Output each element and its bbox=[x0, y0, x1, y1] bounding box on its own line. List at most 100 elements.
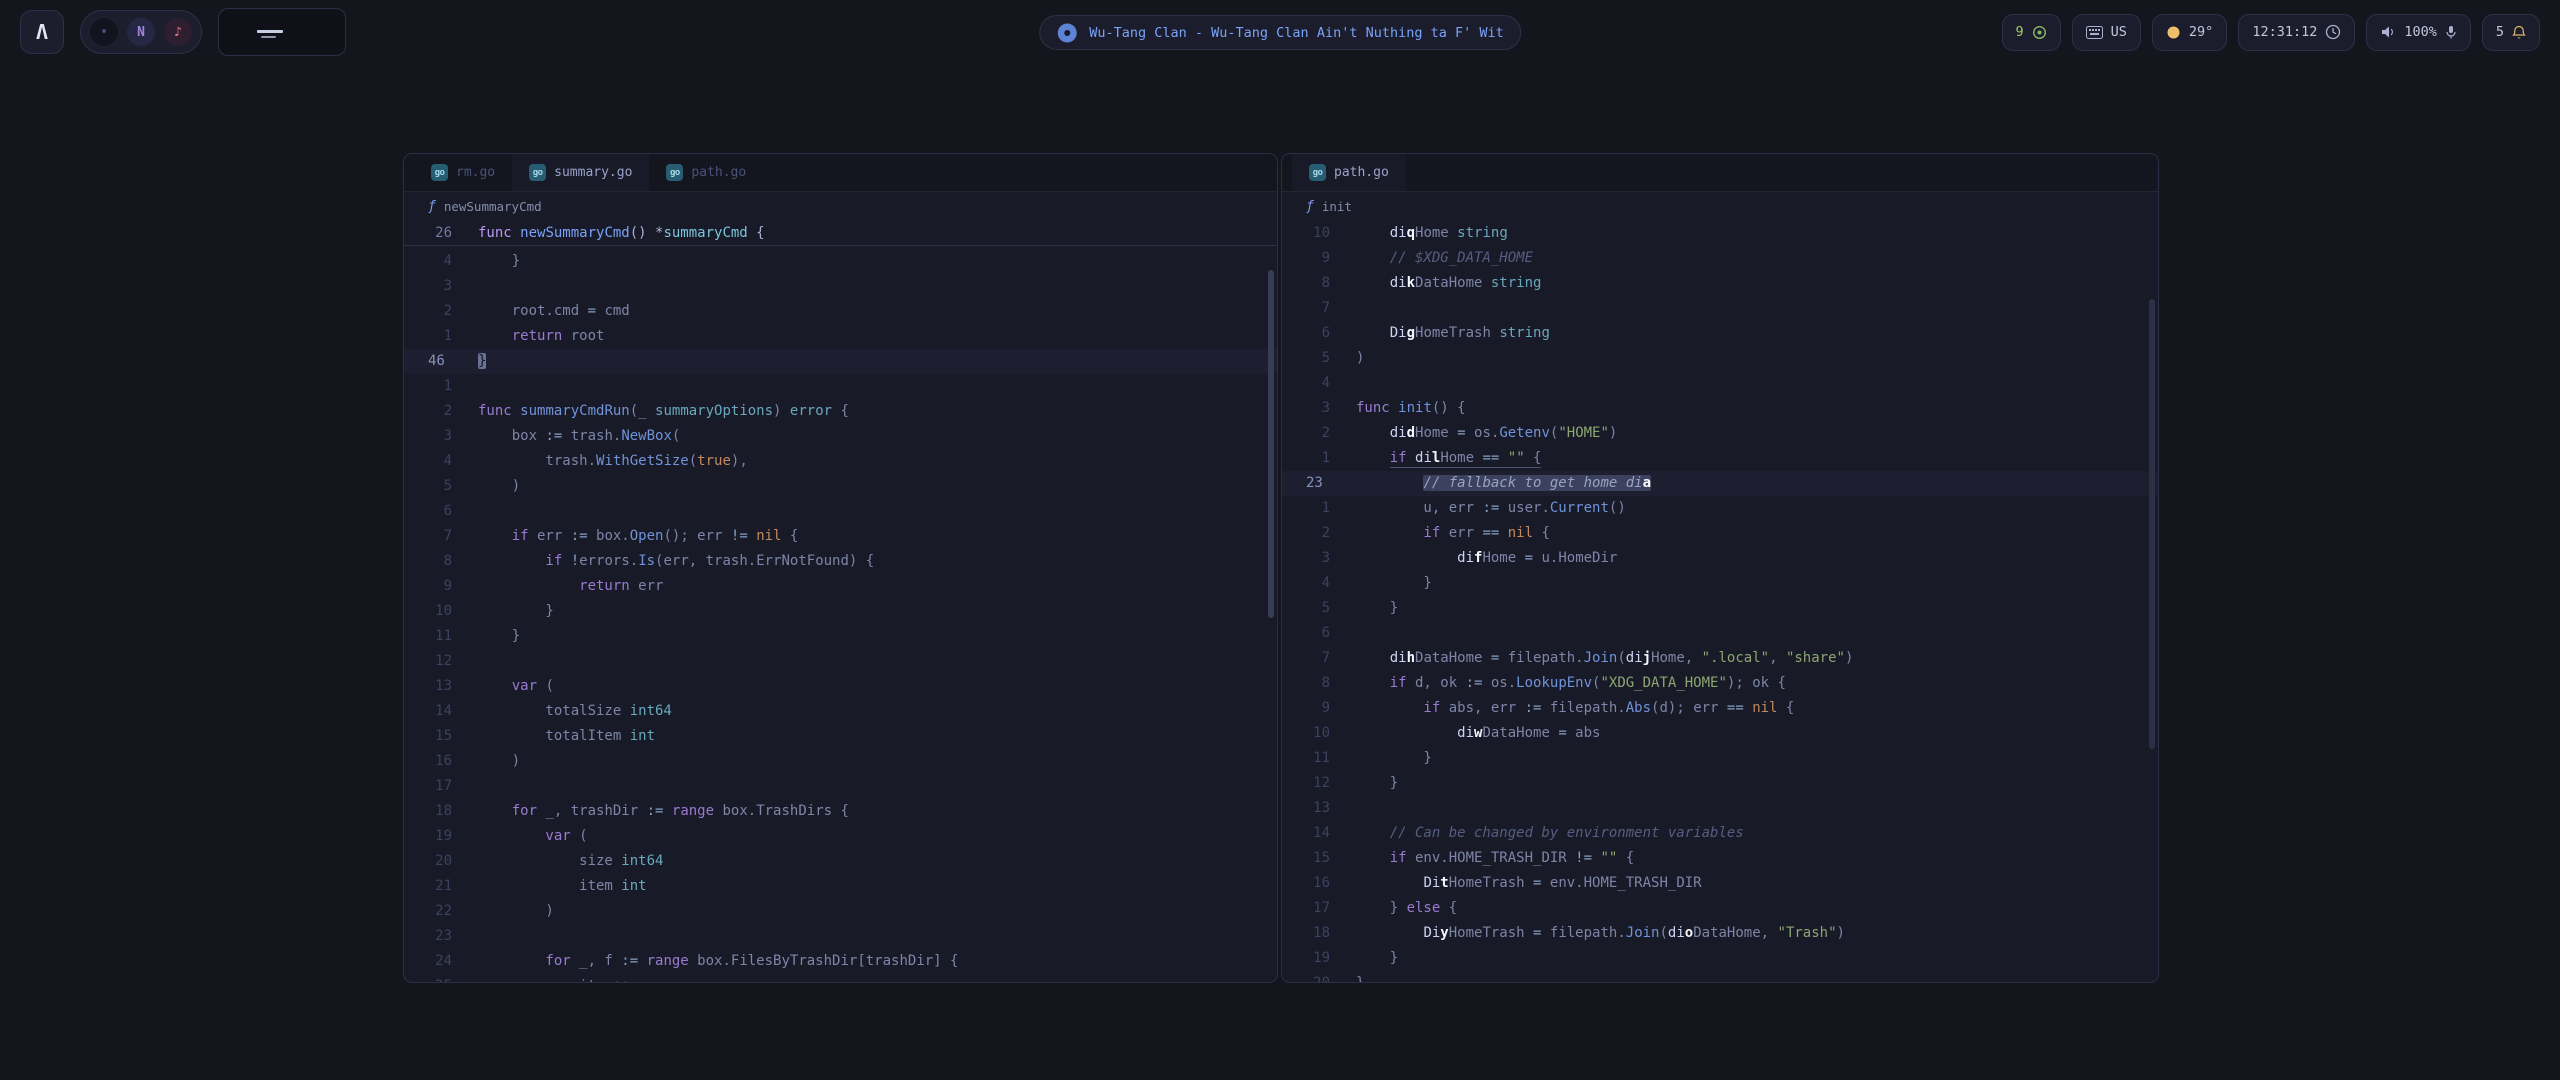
notifications-widget[interactable]: 5 bbox=[2482, 14, 2540, 51]
code-line[interactable]: 3func init() { bbox=[1282, 396, 2158, 421]
workspace-3-button[interactable]: ♪ bbox=[164, 18, 192, 46]
workspace-1-button[interactable]: • bbox=[90, 18, 118, 46]
code-area[interactable]: 10 diqHome string9 // $XDG_DATA_HOME8 di… bbox=[1282, 220, 2158, 982]
code-line[interactable]: 4 trash.WithGetSize(true), bbox=[404, 449, 1277, 474]
tab-rm.go[interactable]: gorm.go bbox=[414, 154, 512, 191]
code-text: return err bbox=[478, 574, 1277, 599]
code-token: } bbox=[478, 253, 520, 269]
code-text: ) bbox=[478, 474, 1277, 499]
code-line[interactable]: 14 totalSize int64 bbox=[404, 699, 1277, 724]
code-line[interactable]: 4 bbox=[1282, 371, 2158, 396]
code-line[interactable]: 20 size int64 bbox=[404, 849, 1277, 874]
code-line[interactable]: 23 bbox=[404, 924, 1277, 949]
code-line[interactable]: 10 diwDataHome = abs bbox=[1282, 721, 2158, 746]
code-line[interactable]: 7 bbox=[1282, 296, 2158, 321]
scrollbar[interactable] bbox=[2149, 299, 2155, 749]
code-token: == bbox=[1727, 700, 1744, 716]
code-line[interactable]: 13 bbox=[1282, 796, 2158, 821]
code-line[interactable]: 3 difHome = u.HomeDir bbox=[1282, 546, 2158, 571]
jump-label: k bbox=[1407, 275, 1415, 291]
code-line[interactable]: 6 bbox=[1282, 621, 2158, 646]
code-line[interactable]: 19 var ( bbox=[404, 824, 1277, 849]
code-line[interactable]: 25 item++ bbox=[404, 974, 1277, 982]
code-line[interactable]: 18 DiyHomeTrash = filepath.Join(dioDataH… bbox=[1282, 921, 2158, 946]
code-text: DitHomeTrash = env.HOME_TRASH_DIR bbox=[1356, 871, 2158, 896]
code-line[interactable]: 10 } bbox=[404, 599, 1277, 624]
code-line[interactable]: 8 dikDataHome string bbox=[1282, 271, 2158, 296]
code-line[interactable]: 8 if d, ok := os.LookupEnv("XDG_DATA_HOM… bbox=[1282, 671, 2158, 696]
code-token: Home bbox=[1415, 425, 1457, 441]
code-line[interactable]: 1 return root bbox=[404, 324, 1277, 349]
code-line[interactable]: 8 if !errors.Is(err, trash.ErrNotFound) … bbox=[404, 549, 1277, 574]
code-text bbox=[478, 274, 1277, 299]
code-line[interactable]: 1 if dilHome == "" { bbox=[1282, 446, 2158, 471]
code-line[interactable]: 1 bbox=[404, 374, 1277, 399]
now-playing-widget[interactable]: Wu-Tang Clan - Wu-Tang Clan Ain't Nuthin… bbox=[1039, 15, 1521, 50]
keyboard-layout-widget[interactable]: US bbox=[2072, 14, 2141, 51]
code-line[interactable]: 6 bbox=[404, 499, 1277, 524]
updates-widget[interactable]: 9 bbox=[2002, 14, 2061, 51]
code-line[interactable]: 2func summaryCmdRun(_ summaryOptions) er… bbox=[404, 399, 1277, 424]
tab-path.go[interactable]: gopath.go bbox=[649, 154, 763, 191]
code-line[interactable]: 11 } bbox=[1282, 746, 2158, 771]
code-line[interactable]: 2 root.cmd = cmd bbox=[404, 299, 1277, 324]
sticky-context-line[interactable]: 26func newSummaryCmd() *summaryCmd { bbox=[404, 221, 1277, 246]
code-line[interactable]: 5 ) bbox=[404, 474, 1277, 499]
scrollbar[interactable] bbox=[1268, 270, 1274, 618]
tab-path.go[interactable]: gopath.go bbox=[1292, 154, 1406, 191]
code-line[interactable]: 12 } bbox=[1282, 771, 2158, 796]
launcher-button[interactable]: Λ bbox=[20, 10, 64, 54]
clock-widget[interactable]: 12:31:12 bbox=[2238, 14, 2355, 51]
code-line[interactable]: 9 if abs, err := filepath.Abs(d); err ==… bbox=[1282, 696, 2158, 721]
code-line[interactable]: 23 // fallback to get home dia bbox=[1282, 471, 2158, 496]
code-line[interactable]: 15 if env.HOME_TRASH_DIR != "" { bbox=[1282, 846, 2158, 871]
code-token: ++ bbox=[613, 978, 630, 982]
code-line[interactable]: 12 bbox=[404, 649, 1277, 674]
code-line[interactable]: 46} bbox=[404, 349, 1277, 374]
code-line[interactable]: 2 if err == nil { bbox=[1282, 521, 2158, 546]
code-line[interactable]: 24 for _, f := range box.FilesByTrashDir… bbox=[404, 949, 1277, 974]
workspace-2-button[interactable]: N bbox=[127, 18, 155, 46]
code-text: if env.HOME_TRASH_DIR != "" { bbox=[1356, 846, 2158, 871]
code-line[interactable]: 7 if err := box.Open(); err != nil { bbox=[404, 524, 1277, 549]
code-line[interactable]: 22 ) bbox=[404, 899, 1277, 924]
code-line[interactable]: 1 u, err := user.Current() bbox=[1282, 496, 2158, 521]
breadcrumb[interactable]: ƒ init bbox=[1282, 192, 2158, 220]
code-line[interactable]: 7 dihDataHome = filepath.Join(dijHome, "… bbox=[1282, 646, 2158, 671]
code-line[interactable]: 9 return err bbox=[404, 574, 1277, 599]
code-line[interactable]: 20} bbox=[1282, 971, 2158, 982]
code-line[interactable]: 2 didHome = os.Getenv("HOME") bbox=[1282, 421, 2158, 446]
code-line[interactable]: 18 for _, trashDir := range box.TrashDir… bbox=[404, 799, 1277, 824]
code-line[interactable]: 10 diqHome string bbox=[1282, 221, 2158, 246]
code-line[interactable]: 3 box := trash.NewBox( bbox=[404, 424, 1277, 449]
weather-widget[interactable]: 29° bbox=[2152, 14, 2227, 51]
code-line[interactable]: 17 bbox=[404, 774, 1277, 799]
code-line[interactable]: 14 // Can be changed by environment vari… bbox=[1282, 821, 2158, 846]
editor-workspace: gorm.gogosummary.gogopath.go ƒ newSummar… bbox=[403, 153, 2159, 983]
tab-summary.go[interactable]: gosummary.go bbox=[512, 154, 649, 191]
line-number: 16 bbox=[404, 749, 478, 774]
code-line[interactable]: 13 var ( bbox=[404, 674, 1277, 699]
code-line[interactable]: 4 } bbox=[1282, 571, 2158, 596]
code-line[interactable]: 4 } bbox=[404, 249, 1277, 274]
window-preview[interactable] bbox=[218, 8, 346, 56]
code-line[interactable]: 15 totalItem int bbox=[404, 724, 1277, 749]
code-line[interactable]: 6 DigHomeTrash string bbox=[1282, 321, 2158, 346]
code-line[interactable]: 9 // $XDG_DATA_HOME bbox=[1282, 246, 2158, 271]
code-line[interactable]: 21 item int bbox=[404, 874, 1277, 899]
code-line[interactable]: 16 ) bbox=[404, 749, 1277, 774]
code-token: func bbox=[478, 403, 512, 419]
code-line[interactable]: 16 DitHomeTrash = env.HOME_TRASH_DIR bbox=[1282, 871, 2158, 896]
code-token: { bbox=[1617, 850, 1634, 866]
code-token: summaryCmd bbox=[663, 225, 747, 241]
code-line[interactable]: 19 } bbox=[1282, 946, 2158, 971]
code-text: item++ bbox=[478, 974, 1277, 982]
code-line[interactable]: 3 bbox=[404, 274, 1277, 299]
code-area[interactable]: 26func newSummaryCmd() *summaryCmd {4 }3… bbox=[404, 220, 1277, 982]
code-line[interactable]: 5) bbox=[1282, 346, 2158, 371]
code-line[interactable]: 17 } else { bbox=[1282, 896, 2158, 921]
code-line[interactable]: 5 } bbox=[1282, 596, 2158, 621]
volume-widget[interactable]: 100% bbox=[2366, 14, 2471, 51]
breadcrumb[interactable]: ƒ newSummaryCmd bbox=[404, 192, 1277, 220]
code-line[interactable]: 11 } bbox=[404, 624, 1277, 649]
